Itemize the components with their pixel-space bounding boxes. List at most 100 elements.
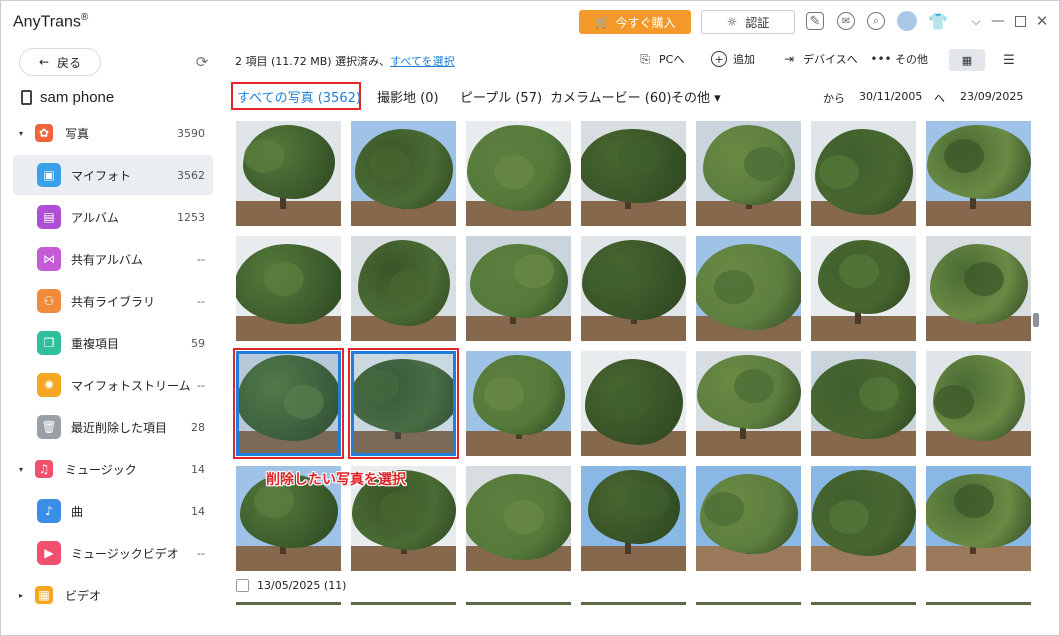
photo-thumbnail[interactable] <box>926 236 1031 341</box>
plus-icon: + <box>711 51 727 67</box>
photo-thumbnail[interactable] <box>811 121 916 226</box>
photo-thumbnail[interactable] <box>466 121 571 226</box>
next-photo-row <box>236 602 1031 605</box>
sidebar-item-count: -- <box>197 252 205 266</box>
to-pc-button[interactable]: ⎘ PCへ <box>637 51 684 67</box>
selection-info: 2 項目 (11.72 MB) 選択済み、すべてを選択 <box>235 55 455 68</box>
close-icon[interactable]: ✕ <box>1033 12 1051 30</box>
sidebar-item-label: 写真 <box>65 126 90 141</box>
sidebar-item-label: 共有アルバム <box>71 252 143 267</box>
photo-thumbnail[interactable] <box>696 466 801 571</box>
export-to-pc-icon: ⎘ <box>640 51 650 66</box>
select-all-link[interactable]: すべてを選択 <box>390 55 455 68</box>
sidebar-item-photo-stream[interactable]: ✺ マイフォトストリーム -- <box>13 365 213 405</box>
sidebar-item-song[interactable]: ♪ 曲 14 <box>13 491 213 531</box>
date-group-checkbox[interactable] <box>236 579 249 592</box>
list-view-icon[interactable]: ☰ <box>999 49 1019 71</box>
grid-view-icon[interactable]: ▦ <box>949 49 985 71</box>
photo-thumbnail[interactable] <box>466 466 571 571</box>
tab-all-photos[interactable]: すべての写真 (3562) <box>237 87 361 106</box>
sidebar-item-label: ミュージックビデオ <box>71 546 179 561</box>
photo-thumbnail[interactable] <box>811 351 916 456</box>
sidebar-item-duplicate[interactable]: ❐ 重複項目 59 <box>13 323 213 363</box>
more-button[interactable]: ••• その他 <box>870 51 928 67</box>
photo-thumbnail[interactable] <box>236 236 341 341</box>
add-button[interactable]: + 追加 <box>711 51 755 67</box>
sidebar-item-photos[interactable]: ▾ ✿ 写真 3590 <box>13 113 213 153</box>
mail-icon[interactable]: ✉ <box>837 12 855 30</box>
date-group-header: 13/05/2025 (11) <box>236 579 346 592</box>
tab-camera-movies[interactable]: カメラムービー (60) <box>550 87 671 106</box>
photo-thumbnail[interactable] <box>696 121 801 226</box>
app-title: AnyTrans® <box>13 12 89 31</box>
photo-thumbnail[interactable] <box>811 466 916 571</box>
photo-thumbnail[interactable] <box>233 348 344 459</box>
caret-down-icon[interactable]: ▾ <box>19 465 23 474</box>
photo-thumbnail[interactable] <box>581 351 686 456</box>
photo-thumbnail[interactable] <box>581 121 686 226</box>
tab-other[interactable]: その他 ▾ <box>671 87 721 106</box>
photos-icon: ✿ <box>35 124 53 142</box>
edit-icon[interactable]: ✎ <box>806 12 824 30</box>
buy-now-button[interactable]: 🛒 今すぐ購入 <box>579 10 691 34</box>
chevron-down-icon[interactable]: ⌵ <box>967 12 985 30</box>
search-icon[interactable]: ⌕ <box>867 12 885 30</box>
caret-right-icon[interactable]: ▸ <box>19 591 23 600</box>
more-dots-icon: ••• <box>870 52 892 66</box>
sidebar-item-my-photos[interactable]: ▣ マイフォト 3562 <box>13 155 213 195</box>
selection-frame <box>351 351 456 456</box>
sidebar-item-video[interactable]: ▸ ▦ ビデオ <box>13 575 213 615</box>
photo-thumbnail[interactable] <box>926 466 1031 571</box>
photo-thumbnail[interactable] <box>696 351 801 456</box>
sidebar-item-music[interactable]: ▾ ♫ ミュージック 14 <box>13 449 213 489</box>
minimize-icon[interactable]: — <box>989 12 1007 30</box>
maximize-icon[interactable] <box>1011 12 1029 30</box>
tab-places[interactable]: 撮影地 (0) <box>377 87 439 106</box>
sidebar-item-music-video[interactable]: ▶ ミュージックビデオ -- <box>13 533 213 573</box>
to-device-button[interactable]: ⇥ デバイスへ <box>781 51 858 67</box>
photo-thumbnail[interactable] <box>811 236 916 341</box>
arrow-left-icon: ← <box>38 55 50 69</box>
sidebar-item-shared-album[interactable]: ⋈ 共有アルバム -- <box>13 239 213 279</box>
title-bar: AnyTrans® 🛒 今すぐ購入 ☼ 認証 ✎ ✉ ⌕ 👕 ⌵ — ✕ <box>1 1 1059 41</box>
date-to-value[interactable]: 23/09/2025 <box>960 90 1023 103</box>
photo-thumbnail[interactable] <box>351 236 456 341</box>
tshirt-icon[interactable]: 👕 <box>928 12 948 31</box>
music-video-icon: ▶ <box>37 541 61 565</box>
sidebar-item-label: ミュージック <box>65 462 137 477</box>
caret-down-icon[interactable]: ▾ <box>19 129 23 138</box>
photo-thumbnail[interactable] <box>466 236 571 341</box>
sidebar-item-count: 14 <box>191 504 205 518</box>
date-from-value[interactable]: 30/11/2005 <box>859 90 922 103</box>
photo-thumbnail[interactable] <box>351 121 456 226</box>
photo-thumbnail[interactable] <box>581 236 686 341</box>
tab-people[interactable]: ピープル (57) <box>460 87 542 106</box>
back-button[interactable]: ← 戻る <box>19 48 101 76</box>
refresh-icon[interactable]: ⟳ <box>193 53 211 71</box>
photo-thumbnail[interactable] <box>466 351 571 456</box>
sidebar-item-album[interactable]: ▤ アルバム 1253 <box>13 197 213 237</box>
sidebar: ← 戻る ⟳ sam phone ▾ ✿ 写真 3590 ▣ マイフォト 3562 ▤ アルバム… <box>1 41 223 635</box>
duplicate-icon: ❐ <box>37 331 61 355</box>
scrollbar-thumb[interactable] <box>1033 313 1039 327</box>
photo-thumbnail[interactable] <box>348 348 459 459</box>
send-to-device-icon: ⇥ <box>783 52 795 66</box>
sidebar-item-label: 曲 <box>71 504 84 519</box>
user-avatar-icon[interactable] <box>897 11 917 31</box>
sidebar-item-trash[interactable]: 🗑 最近削除した項目 28 <box>13 407 213 447</box>
activate-button[interactable]: ☼ 認証 <box>701 10 795 34</box>
selection-frame <box>236 351 341 456</box>
photo-thumbnail[interactable] <box>926 121 1031 226</box>
sidebar-item-shared-library[interactable]: ⚇ 共有ライブラリ -- <box>13 281 213 321</box>
photo-stream-icon: ✺ <box>37 373 61 397</box>
photo-thumbnail[interactable] <box>236 121 341 226</box>
music-icon: ♫ <box>35 460 53 478</box>
sidebar-item-label: 重複項目 <box>71 336 120 351</box>
sidebar-item-count: 14 <box>191 462 205 476</box>
trash-icon: 🗑 <box>37 415 61 439</box>
device-name: sam phone <box>21 89 114 106</box>
photo-thumbnail[interactable] <box>581 466 686 571</box>
photo-thumbnail[interactable] <box>696 236 801 341</box>
photo-thumbnail[interactable] <box>926 351 1031 456</box>
sidebar-item-label: 最近削除した項目 <box>71 420 168 435</box>
